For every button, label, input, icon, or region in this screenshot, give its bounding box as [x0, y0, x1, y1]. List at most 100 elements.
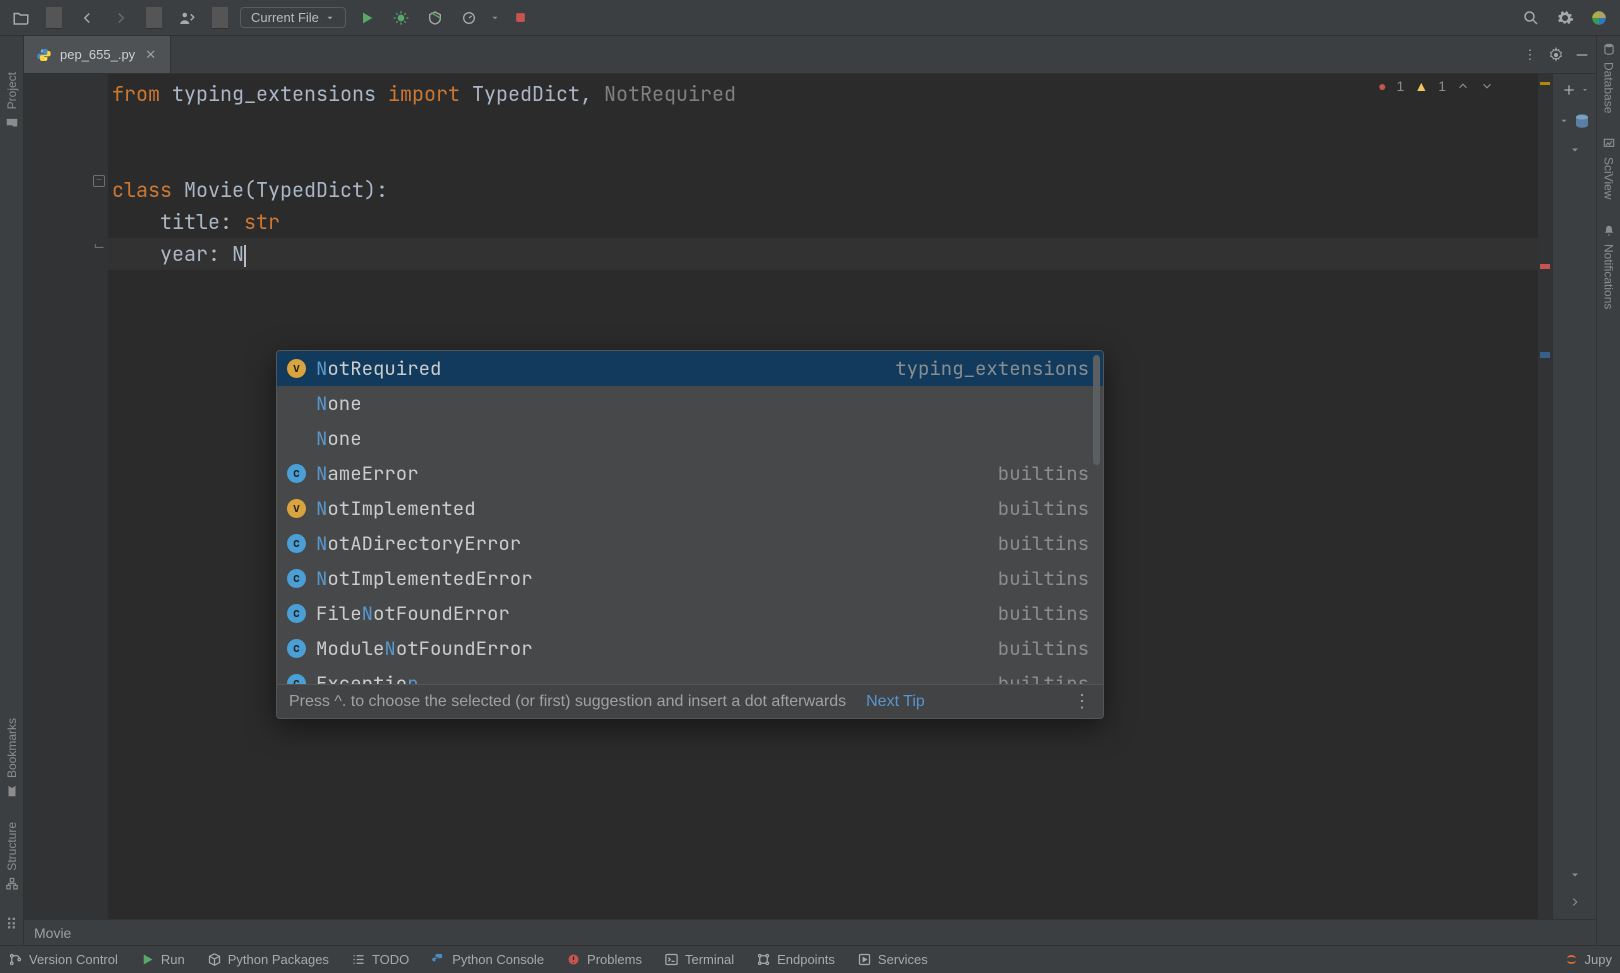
toolwin-notifications[interactable]: Notifications — [1602, 224, 1616, 309]
completion-item-name: Exception — [316, 669, 419, 684]
toolwin-project[interactable]: Project — [5, 72, 19, 129]
hide-panel-icon[interactable] — [1572, 45, 1592, 65]
completion-item[interactable]: cExceptionbuiltins — [277, 666, 1103, 684]
toolwin-vcs-label: Version Control — [29, 952, 118, 967]
popup-menu-icon[interactable]: ⋮ — [1073, 691, 1091, 712]
completion-item[interactable]: v NotImplemented builtins — [277, 491, 1103, 526]
completion-item[interactable]: cNameErrorbuiltins — [277, 456, 1103, 491]
coverage-icon[interactable] — [422, 5, 448, 31]
completion-item-name: NotADirectoryError — [316, 529, 521, 558]
completion-item-source: builtins — [998, 494, 1089, 523]
toolwin-notifications-label: Notifications — [1602, 244, 1616, 309]
fold-icon[interactable]: − — [93, 172, 105, 187]
c-badge-icon: c — [287, 534, 306, 553]
toolwin-todo[interactable]: TODO — [351, 952, 409, 967]
toolwin-structure-label: Structure — [5, 822, 19, 871]
vcs-user-icon[interactable] — [174, 5, 200, 31]
toolwin-console[interactable]: Python Console — [431, 952, 544, 967]
completion-item[interactable]: cFileNotFoundErrorbuiltins — [277, 596, 1103, 631]
profile-icon[interactable] — [456, 5, 482, 31]
c-badge-icon: c — [287, 639, 306, 658]
debug-icon[interactable] — [388, 5, 414, 31]
toolwin-endpoints-label: Endpoints — [777, 952, 835, 967]
editor-tab[interactable]: pep_655_.py ✕ — [24, 36, 171, 73]
fold-end-icon[interactable]: ⌙ — [93, 237, 105, 254]
completion-item-name: FileNotFoundError — [316, 599, 510, 628]
breadcrumb-item[interactable]: Movie — [34, 925, 71, 941]
warning-count-icon: ▲ — [1414, 78, 1428, 94]
toolwin-packages-label: Python Packages — [228, 952, 329, 967]
error-count-icon: ● — [1378, 78, 1386, 94]
inspection-summary[interactable]: ● 1 ▲ 1 — [1378, 78, 1494, 94]
completion-item-source: builtins — [998, 599, 1089, 628]
settings-gear-icon[interactable] — [1552, 5, 1578, 31]
completion-item-name: NameError — [316, 459, 419, 488]
toolwin-jupyter-label: Jupy — [1585, 952, 1612, 967]
code-area[interactable]: from typing_extensions import TypedDict,… — [108, 74, 1538, 919]
toolwin-database-label: Database — [1602, 62, 1616, 113]
completion-item-name: None — [316, 424, 362, 453]
toolwin-jupyter[interactable]: Jupy — [1564, 952, 1612, 967]
code-completion-popup[interactable]: v NotRequired typing_extensions vNonevNone c… — [276, 350, 1104, 719]
open-folder-icon[interactable] — [8, 5, 34, 31]
add-db-icon[interactable] — [1561, 82, 1589, 98]
completion-item[interactable]: cModuleNotFoundErrorbuiltins — [277, 631, 1103, 666]
run-icon[interactable] — [354, 5, 380, 31]
toolwin-endpoints[interactable]: Endpoints — [756, 952, 835, 967]
left-tool-stripe: Project Bookmarks Structure ⠿ — [0, 36, 24, 945]
right-toggle-panel — [1552, 74, 1596, 919]
error-count: 1 — [1397, 78, 1405, 94]
ide-logo-icon[interactable] — [1586, 5, 1612, 31]
completion-item-name: None — [316, 389, 362, 418]
chevron-down-icon[interactable] — [490, 13, 500, 23]
nav-forward-icon[interactable] — [108, 5, 134, 31]
run-config-selector[interactable]: Current File — [240, 7, 346, 28]
close-tab-icon[interactable]: ✕ — [143, 47, 158, 63]
popup-next-tip-link[interactable]: Next Tip — [866, 693, 925, 711]
toolwin-packages[interactable]: Python Packages — [207, 952, 329, 967]
chevron-up-icon[interactable] — [1456, 79, 1470, 93]
completion-item-source: typing_extensions — [895, 354, 1089, 383]
toolwin-project-label: Project — [5, 72, 19, 109]
toolwin-services[interactable]: Services — [857, 952, 928, 967]
toolwin-bookmarks[interactable]: Bookmarks — [5, 718, 19, 798]
completion-item[interactable]: vNone — [277, 421, 1103, 456]
completion-item[interactable]: vNotRequiredtyping_extensions — [277, 351, 1103, 386]
completion-item-source: builtins — [998, 459, 1089, 488]
chevron-down-icon[interactable] — [1480, 79, 1494, 93]
completion-item-name: ModuleNotFoundError — [316, 634, 533, 663]
toolwin-structure[interactable]: Structure — [5, 822, 19, 891]
toolwin-database[interactable]: Database — [1602, 42, 1616, 113]
toolwin-vcs[interactable]: Version Control — [8, 952, 118, 967]
completion-item[interactable]: vNone — [277, 386, 1103, 421]
editor[interactable]: − ⌙ from typing_extensions import TypedD… — [24, 74, 1596, 919]
completion-item[interactable]: cNotImplementedErrorbuiltins — [277, 561, 1103, 596]
more-toolwins-icon[interactable]: ⠿ — [6, 915, 18, 935]
popup-scrollbar[interactable] — [1093, 355, 1100, 465]
tab-gear-icon[interactable] — [1546, 45, 1566, 65]
chevron-down-icon[interactable] — [1569, 869, 1581, 881]
completion-item-name: NotRequired — [316, 354, 441, 383]
editor-tab-label: pep_655_.py — [60, 47, 135, 62]
completion-item-name: NotImplemented — [316, 494, 476, 523]
expand-db-icon[interactable] — [1559, 112, 1591, 130]
tab-more-icon[interactable]: ⋮ — [1520, 45, 1540, 65]
chevron-down-icon[interactable] — [1569, 144, 1581, 156]
nav-back-icon[interactable] — [74, 5, 100, 31]
error-stripe[interactable] — [1538, 74, 1552, 919]
main-toolbar: Current File — [0, 0, 1620, 36]
breadcrumbs[interactable]: Movie — [24, 919, 1596, 945]
toolwin-run[interactable]: Run — [140, 952, 185, 967]
v-badge-icon: v — [287, 499, 306, 518]
completion-item[interactable]: cNotADirectoryErrorbuiltins — [277, 526, 1103, 561]
toolwin-terminal[interactable]: Terminal — [664, 952, 734, 967]
toolwin-console-label: Python Console — [452, 952, 544, 967]
toolwin-bookmarks-label: Bookmarks — [5, 718, 19, 778]
popup-footer: Press ^. to choose the selected (or firs… — [277, 684, 1103, 718]
toolwin-problems[interactable]: Problems — [566, 952, 642, 967]
toolwin-sciview[interactable]: SciView — [1602, 137, 1616, 199]
chevron-right-icon[interactable] — [1568, 895, 1582, 909]
run-config-label: Current File — [251, 10, 319, 25]
search-icon[interactable] — [1518, 5, 1544, 31]
stop-icon[interactable] — [508, 5, 534, 31]
